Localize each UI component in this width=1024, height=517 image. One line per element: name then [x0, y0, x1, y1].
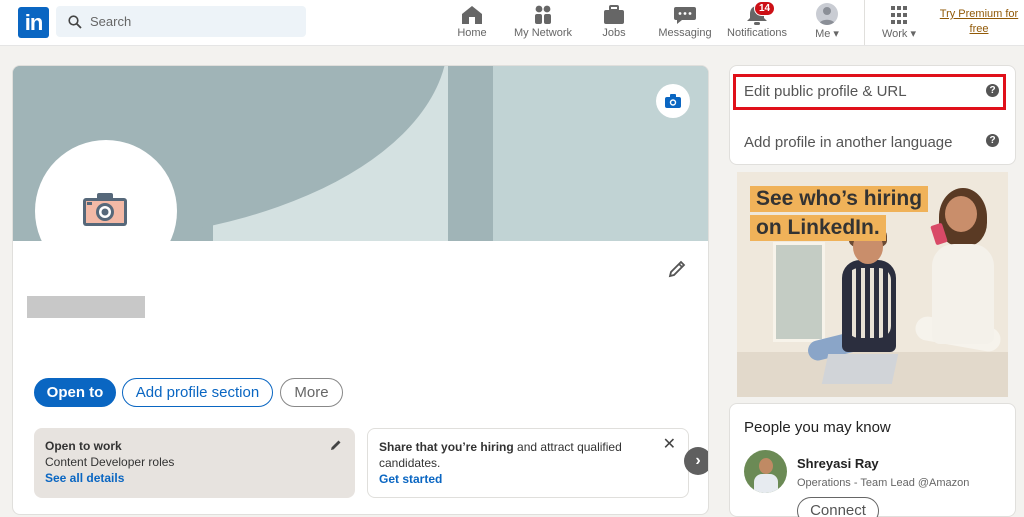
edit-pencil-icon[interactable] [329, 438, 343, 452]
open-to-work-title: Open to work [45, 439, 122, 453]
open-to-work-card: Open to work Content Developer roles See… [34, 428, 355, 498]
notification-badge: 14 [754, 1, 776, 16]
search-box[interactable] [56, 6, 306, 37]
nav-my-network-label: My Network [513, 27, 573, 39]
nav-me[interactable]: Me ▾ [806, 3, 848, 43]
profile-photo[interactable] [35, 140, 177, 282]
camera-icon [665, 94, 681, 108]
connect-button[interactable]: Connect [797, 497, 879, 517]
see-all-details-link[interactable]: See all details [45, 470, 344, 486]
ad-laptop [821, 354, 899, 384]
top-nav: in Home My Network Jobs Messaging [0, 0, 1024, 46]
avatar-face [759, 458, 773, 474]
nav-notifications-label: Notifications [727, 27, 787, 39]
nav-messaging[interactable]: Messaging [657, 3, 713, 43]
search-input[interactable] [90, 6, 290, 37]
more-button[interactable]: More [280, 378, 343, 407]
nav-messaging-label: Messaging [658, 27, 712, 39]
ad-person-1-shirt [847, 268, 891, 338]
person-role: Operations - Team Lead @Amazon [797, 477, 970, 489]
edit-intro-pencil-icon[interactable] [667, 259, 687, 279]
nav-work-label: Work ▾ [881, 28, 917, 40]
hiring-card: Share that you’re hiring and attract qua… [367, 428, 689, 498]
grid-icon [891, 6, 907, 24]
network-icon [535, 5, 551, 24]
add-photo-camera-icon [83, 193, 127, 226]
hiring-text-strong: Share that you’re hiring [379, 440, 514, 454]
nav-home-label: Home [457, 27, 487, 39]
messaging-icon [674, 7, 696, 24]
profile-name-redacted [27, 296, 145, 318]
nav-notifications[interactable]: 14 Notifications [724, 1, 790, 43]
nav-me-label: Me ▾ [815, 28, 839, 40]
highlight-box [733, 74, 1006, 110]
ad-headline-line2: on LinkedIn. [750, 215, 886, 241]
nav-jobs-label: Jobs [602, 27, 626, 39]
nav-jobs[interactable]: Jobs [596, 3, 632, 43]
people-heading: People you may know [744, 419, 891, 436]
nav-home[interactable]: Home [451, 3, 493, 43]
close-icon[interactable]: ✕ [663, 437, 676, 453]
search-icon [68, 15, 82, 29]
nav-work[interactable]: Work ▾ [875, 3, 923, 43]
ad-person-2-head [945, 196, 977, 232]
edit-banner-button[interactable] [656, 84, 690, 118]
open-to-work-roles: Content Developer roles [45, 455, 175, 469]
nav-my-network[interactable]: My Network [511, 3, 575, 43]
open-to-button[interactable]: Open to [34, 378, 116, 407]
profile-card: Open to Add profile section More Open to… [12, 65, 709, 515]
person-avatar[interactable] [744, 450, 787, 493]
person-name[interactable]: Shreyasi Ray [797, 456, 879, 471]
avatar-shirt [754, 474, 778, 493]
ad-person-2-body [932, 244, 994, 344]
people-you-may-know-card: People you may know Shreyasi Ray Operati… [729, 403, 1016, 517]
linkedin-logo[interactable]: in [18, 7, 49, 38]
ad-headline-line1: See who’s hiring [750, 186, 929, 212]
nav-divider [864, 0, 865, 45]
get-started-link[interactable]: Get started [379, 471, 677, 487]
hiring-ad[interactable]: See who’s hiring on LinkedIn. [737, 172, 1008, 397]
add-language-profile-link[interactable]: Add profile in another language [744, 134, 953, 151]
home-icon [462, 6, 482, 24]
ad-window [773, 242, 825, 342]
try-premium-link[interactable]: Try Premium for free [936, 7, 1022, 37]
add-profile-section-button[interactable]: Add profile section [122, 378, 273, 407]
help-icon[interactable]: ? [986, 134, 999, 147]
jobs-icon [604, 5, 624, 24]
carousel-next-button[interactable]: › [684, 447, 708, 475]
